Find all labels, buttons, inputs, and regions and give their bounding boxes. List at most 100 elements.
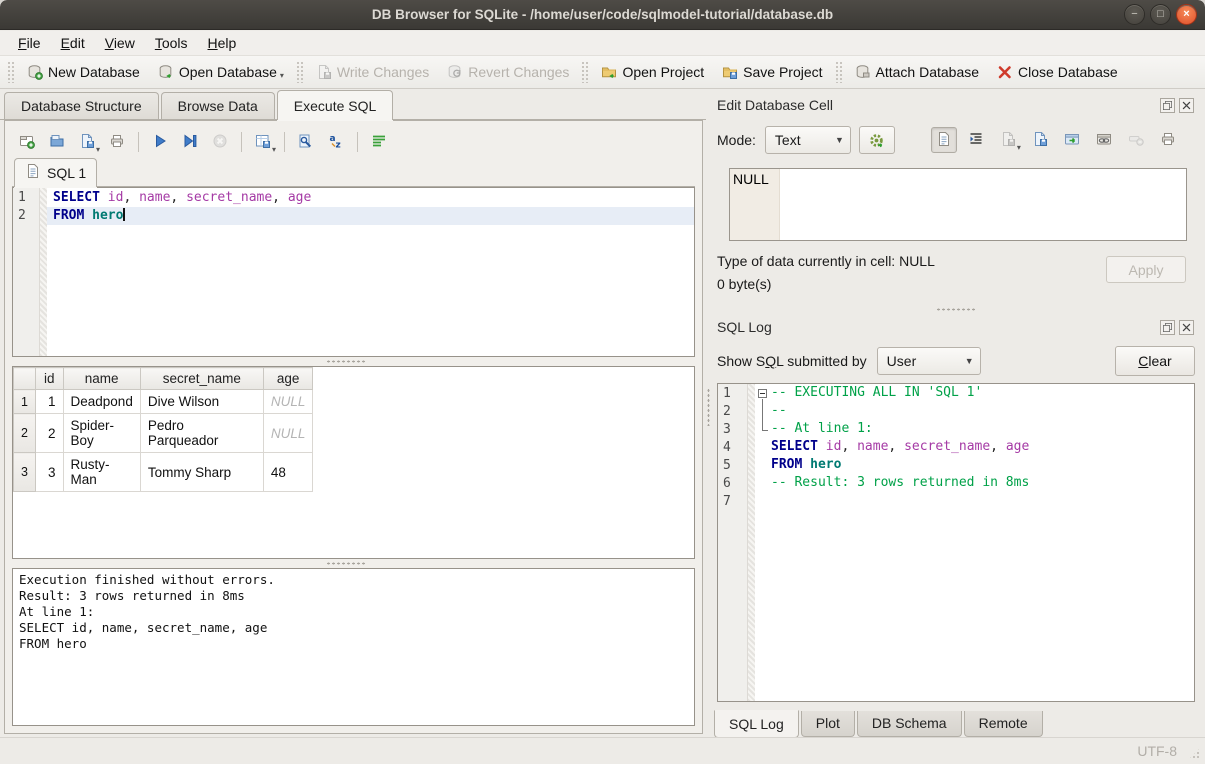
row-header[interactable]: 1 — [14, 390, 36, 414]
copy-link-button[interactable] — [1091, 127, 1117, 153]
toolbar-grip — [581, 61, 589, 83]
column-header-id[interactable]: id — [36, 368, 64, 390]
tab-database-structure[interactable]: Database Structure — [4, 92, 159, 120]
close-panel-icon[interactable] — [1179, 98, 1194, 113]
column-header-name[interactable]: name — [63, 368, 140, 390]
maximize-button[interactable]: □ — [1150, 4, 1171, 25]
table-cell[interactable]: Spider-Boy — [63, 414, 140, 453]
menu-tools[interactable]: Tools — [145, 31, 198, 55]
sql-log-title: SQL Log — [717, 319, 1156, 335]
table-cell[interactable]: 1 — [36, 390, 64, 414]
table-cell[interactable]: NULL — [263, 414, 313, 453]
dock-tab-plot[interactable]: Plot — [801, 711, 855, 737]
dock-tab-remote[interactable]: Remote — [964, 711, 1043, 737]
row-header[interactable]: 3 — [14, 453, 36, 492]
find-button[interactable] — [293, 129, 319, 155]
filter-label: Show SQL submitted by — [717, 353, 867, 369]
close-database-button[interactable]: Close Database — [988, 60, 1127, 84]
statusbar: UTF-8 — [0, 737, 1205, 764]
table-cell[interactable]: Deadpond — [63, 390, 140, 414]
text-mode-button[interactable] — [931, 127, 957, 153]
new-database-button[interactable]: New Database — [18, 60, 149, 84]
edit-cell-toolbar: ▾ — [931, 127, 1181, 153]
results-grid-area: idnamesecret_nameage11DeadpondDive Wilso… — [12, 366, 695, 559]
results-message-splitter[interactable] — [12, 559, 695, 568]
new-sql-tab-button[interactable] — [14, 129, 40, 155]
execute-sql-panel: ▾ ▾ az SQL 1 12 SELECT id, name, secret_na… — [4, 120, 703, 734]
table-cell[interactable]: NULL — [263, 390, 313, 414]
apply-button[interactable]: Apply — [1106, 256, 1186, 283]
log-content: -- EXECUTING ALL IN 'SQL 1'---- At line … — [755, 384, 1194, 701]
submitter-combobox[interactable]: User ▼ — [877, 347, 981, 375]
menu-view[interactable]: View — [95, 31, 145, 55]
results-table[interactable]: idnamesecret_nameage11DeadpondDive Wilso… — [13, 367, 313, 492]
menu-help[interactable]: Help — [198, 31, 247, 55]
sql-file-icon — [25, 163, 41, 182]
mode-combobox[interactable]: Text ▼ — [765, 126, 851, 154]
row-header[interactable]: 2 — [14, 414, 36, 453]
set-null-icon — [1128, 131, 1144, 150]
close-button[interactable]: × — [1176, 4, 1197, 25]
print-sql-button[interactable] — [104, 129, 130, 155]
word-wrap-cell-icon — [968, 131, 984, 150]
menu-file[interactable]: File — [8, 31, 51, 55]
editor-line-2[interactable]: FROM hero — [47, 207, 694, 225]
execution-message-area[interactable]: Execution finished without errors.Result… — [12, 568, 695, 726]
open-in-app-button[interactable] — [1059, 127, 1085, 153]
save-project-button[interactable]: Save Project — [713, 60, 831, 84]
export-data-icon — [1032, 131, 1048, 150]
word-wrap-cell-button[interactable] — [963, 127, 989, 153]
open-project-button[interactable]: Open Project — [592, 60, 713, 84]
save-results-button[interactable]: ▾ — [250, 129, 276, 155]
word-wrap-icon — [371, 133, 387, 152]
table-cell[interactable]: 48 — [263, 453, 313, 492]
float-panel-icon[interactable] — [1160, 98, 1175, 113]
editor-code[interactable]: SELECT id, name, secret_name, ageFROM he… — [47, 188, 694, 356]
sql-editor[interactable]: 12 SELECT id, name, secret_name, ageFROM… — [12, 187, 695, 357]
tab-browse-data[interactable]: Browse Data — [161, 92, 275, 120]
export-data-button[interactable] — [1027, 127, 1053, 153]
close-panel-icon[interactable] — [1179, 320, 1194, 335]
editor-fold-margin — [40, 188, 47, 356]
attach-database-button[interactable]: Attach Database — [846, 60, 989, 84]
minimize-button[interactable]: − — [1124, 4, 1145, 25]
cell-info: Type of data currently in cell: NULL 0 b… — [717, 253, 1187, 305]
open-database-button[interactable]: Open Database▾ — [149, 60, 293, 84]
column-header-age[interactable]: age — [263, 368, 313, 390]
find-icon — [298, 133, 314, 152]
table-cell[interactable]: Dive Wilson — [140, 390, 263, 414]
tab-execute-sql[interactable]: Execute SQL — [277, 90, 394, 120]
clear-log-button[interactable]: Clear — [1115, 346, 1195, 376]
right-pane: Edit Database Cell Mode: Text ▼ — [711, 90, 1205, 737]
sql-log-view[interactable]: 1234567 -- EXECUTING ALL IN 'SQL 1'---- … — [717, 383, 1195, 702]
table-cell[interactable]: Tommy Sharp — [140, 453, 263, 492]
word-wrap-button[interactable] — [366, 129, 392, 155]
dock-splitter[interactable] — [714, 305, 1196, 314]
format-sql-button[interactable]: az — [323, 129, 349, 155]
table-cell[interactable]: Rusty-Man — [63, 453, 140, 492]
table-cell[interactable]: Pedro Parqueador — [140, 414, 263, 453]
print-cell-button[interactable] — [1155, 127, 1181, 153]
dock-tab-sql-log[interactable]: SQL Log — [714, 710, 799, 738]
column-header-secret_name[interactable]: secret_name — [140, 368, 263, 390]
log-line-7 — [755, 493, 1194, 511]
auto-apply-button[interactable] — [859, 126, 895, 154]
corner-header[interactable] — [14, 368, 36, 390]
editor-line-1[interactable]: SELECT id, name, secret_name, age — [47, 189, 694, 207]
execute-current-line-button[interactable] — [177, 129, 203, 155]
table-cell[interactable]: 3 — [36, 453, 64, 492]
cell-editor[interactable]: NULL — [729, 168, 1187, 241]
titlebar[interactable]: DB Browser for SQLite - /home/user/code/… — [0, 0, 1205, 30]
menu-edit[interactable]: Edit — [51, 31, 95, 55]
import-data-button: ▾ — [995, 127, 1021, 153]
editor-results-splitter[interactable] — [12, 357, 695, 366]
execute-all-button[interactable] — [147, 129, 173, 155]
save-sql-file-button[interactable]: ▾ — [74, 129, 100, 155]
dock-tab-db-schema[interactable]: DB Schema — [857, 711, 962, 737]
float-panel-icon[interactable] — [1160, 320, 1175, 335]
resize-grip-icon[interactable] — [1188, 747, 1201, 760]
open-sql-file-button[interactable] — [44, 129, 70, 155]
sql-file-tab[interactable]: SQL 1 — [14, 158, 97, 187]
table-cell[interactable]: 2 — [36, 414, 64, 453]
open-sql-file-icon — [49, 133, 65, 152]
